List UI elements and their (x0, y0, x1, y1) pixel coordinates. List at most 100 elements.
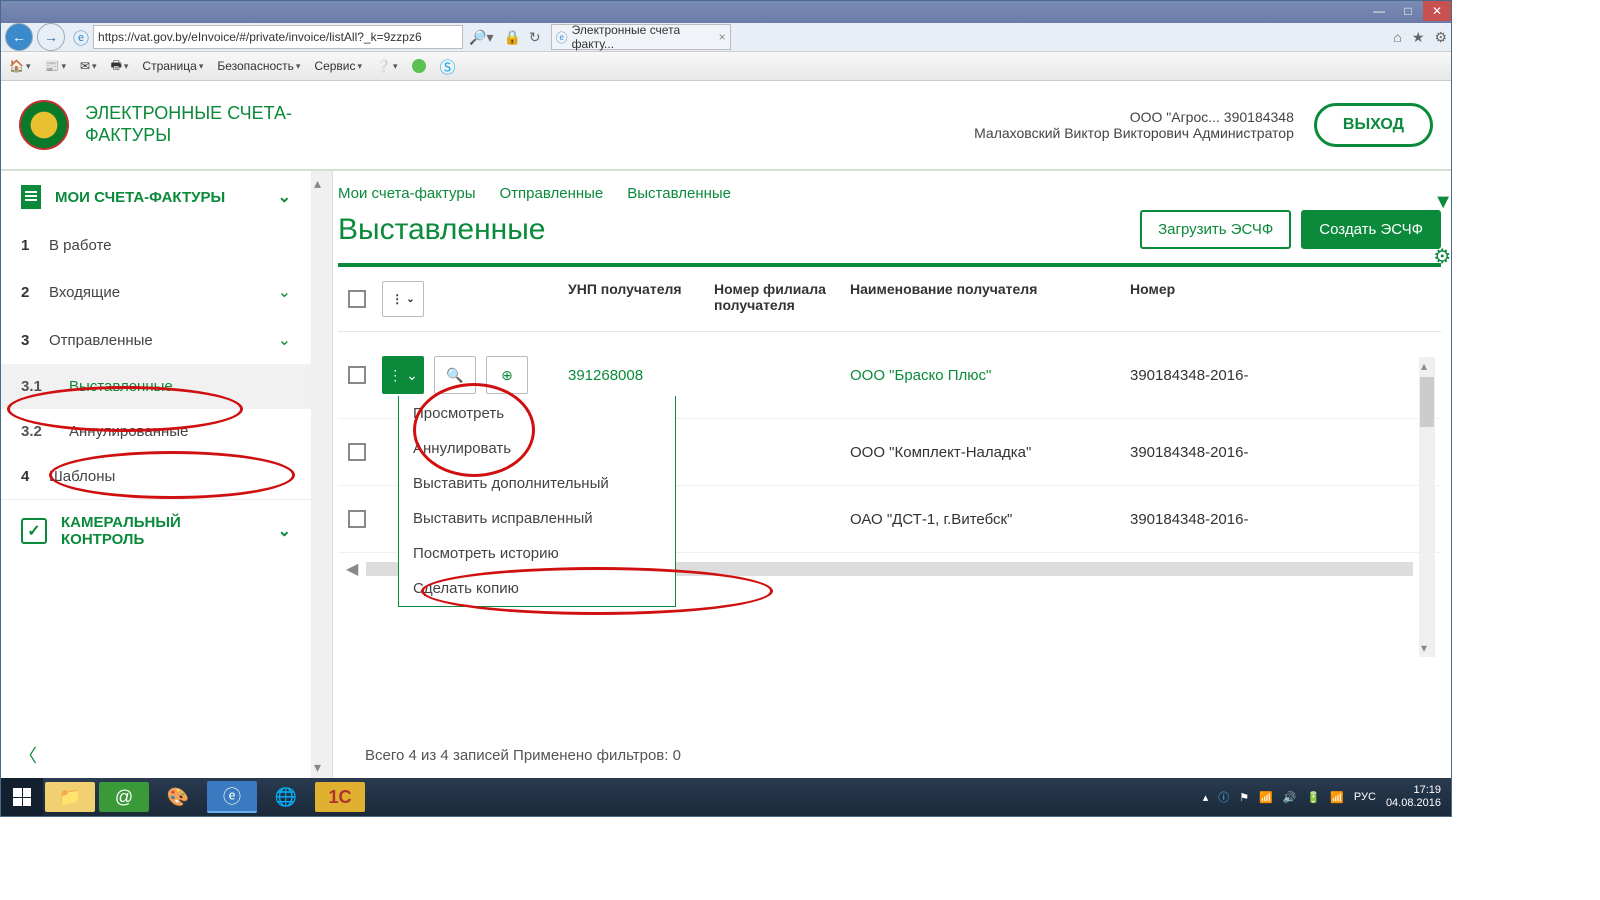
left-scroll-strip[interactable]: ▴ ▾ (312, 171, 333, 778)
lock-icon: 🔒 (503, 29, 520, 46)
maximize-button[interactable]: □ (1394, 1, 1422, 21)
menu-cancel[interactable]: Аннулировать (399, 431, 675, 466)
company-label: ООО "Агрос... 390184348 (974, 109, 1294, 125)
col-num[interactable]: Номер (1130, 281, 1290, 317)
menu-view[interactable]: Просмотреть (399, 396, 675, 431)
favorites-icon[interactable]: ★ (1412, 29, 1425, 46)
menu-issue-corrected[interactable]: Выставить исправленный (399, 501, 675, 536)
filter-icon[interactable]: ▼ (1433, 191, 1451, 214)
load-esf-button[interactable]: Загрузить ЭСЧФ (1140, 210, 1291, 249)
tab-title: Электронные счета факту... (572, 23, 719, 51)
tray-battery-icon[interactable]: 🔋 (1307, 791, 1321, 804)
cell-unp[interactable]: 391268008 (568, 367, 714, 384)
mail-tool-icon[interactable]: ✉▾ (80, 59, 97, 73)
scroll-up-icon[interactable]: ▴ (314, 175, 321, 192)
taskbar-1c-icon[interactable]: 1С (315, 782, 365, 812)
table-vscroll[interactable]: ▴ ▾ (1419, 357, 1435, 657)
back-button[interactable]: ← (5, 23, 33, 51)
service-menu[interactable]: Сервис▾ (314, 59, 362, 73)
menu-history[interactable]: Посмотреть историю (399, 536, 675, 571)
address-bar: ← → ⓔ https://vat.gov.by/eInvoice/#/priv… (1, 23, 1451, 52)
windows-icon (13, 788, 31, 806)
tray-lang[interactable]: РУС (1354, 791, 1376, 803)
forward-button[interactable]: → (37, 23, 65, 51)
row-checkbox[interactable] (348, 510, 366, 528)
invoices-table: ⋮ ⌄ УНП получателя Номер филиала получат… (338, 263, 1441, 579)
breadcrumb-3[interactable]: Выставленные (627, 185, 731, 202)
create-esf-button[interactable]: Создать ЭСЧФ (1301, 210, 1441, 249)
feed-tool-icon[interactable]: 📰▾ (44, 59, 65, 73)
row-checkbox[interactable] (348, 443, 366, 461)
add-icon[interactable]: ⊕ (486, 356, 528, 394)
print-tool-icon[interactable]: 🖶▾ (111, 56, 129, 77)
chevron-down-icon: ⌄ (278, 521, 291, 541)
sidebar-item-issued[interactable]: 3.1 Выставленные (1, 364, 311, 409)
sidebar-group-invoices[interactable]: МОИ СЧЕТА-ФАКТУРЫ ⌄ (1, 171, 311, 223)
refresh-icon[interactable]: ↻ (529, 29, 541, 46)
sidebar-item-incoming[interactable]: 2Входящие ⌄ (1, 268, 311, 316)
taskbar-chrome-icon[interactable]: 🌐 (261, 782, 311, 812)
tools-icon[interactable]: ⚙ (1434, 29, 1447, 46)
breadcrumb-1[interactable]: Мои счета-фактуры (338, 185, 476, 202)
tray-network-icon[interactable]: 📶 (1259, 791, 1273, 804)
home-icon[interactable]: ⌂ (1393, 29, 1401, 46)
ie-toolbar: 🏠▾ 📰▾ ✉▾ 🖶▾ Страница▾ Безопасность▾ Серв… (1, 52, 1451, 81)
chevron-down-icon: ⌄ (278, 330, 291, 350)
browser-tab[interactable]: ⓔ Электронные счета факту... × (551, 24, 731, 50)
col-unp[interactable]: УНП получателя (568, 281, 714, 317)
page-menu[interactable]: Страница▾ (142, 59, 203, 73)
col-name[interactable]: Наименование получателя (850, 281, 1130, 317)
row-checkbox[interactable] (348, 366, 366, 384)
check-icon: ✓ (21, 518, 47, 544)
sidebar-item-draft[interactable]: 1В работе (1, 223, 311, 268)
skype-icon[interactable]: Ⓢ (440, 54, 456, 78)
scroll-left-icon[interactable]: ◀ (338, 559, 366, 579)
select-all-checkbox[interactable] (348, 290, 366, 308)
window-titlebar: — □ ✕ (1, 1, 1451, 23)
url-field[interactable]: https://vat.gov.by/eInvoice/#/private/in… (93, 25, 463, 49)
table-header: ⋮ ⌄ УНП получателя Номер филиала получат… (338, 267, 1441, 332)
cell-num: 390184348-2016- (1130, 367, 1290, 384)
bulk-actions-dropdown[interactable]: ⋮ ⌄ (382, 281, 424, 317)
home-tool-icon[interactable]: 🏠▾ (9, 59, 30, 73)
app-header: ЭЛЕКТРОННЫЕ СЧЕТА- ФАКТУРЫ ООО "Агрос...… (1, 81, 1451, 171)
main-content: ▴ ▾ ▼ ⚙ Мои счета-фактуры Отправленные В… (312, 171, 1451, 778)
tray-flag-icon[interactable]: ⚑ (1239, 791, 1249, 804)
sidebar-item-sent[interactable]: 3Отправленные ⌄ (1, 316, 311, 364)
tray-info-icon[interactable]: ⓘ (1218, 789, 1229, 805)
cell-name: ОАО "ДСТ-1, г.Витебск" (850, 511, 1130, 528)
start-button[interactable] (1, 778, 43, 816)
tray-signal-icon[interactable]: 📶 (1330, 791, 1344, 804)
close-button[interactable]: ✕ (1423, 1, 1451, 21)
view-icon[interactable]: 🔍 (434, 356, 476, 394)
cell-name[interactable]: ООО "Браско Плюс" (850, 367, 1130, 384)
close-tab-icon[interactable]: × (719, 30, 726, 44)
taskbar-paint-icon[interactable]: 🎨 (153, 782, 203, 812)
sidebar-group-control[interactable]: ✓ КАМЕРАЛЬНЫЙКОНТРОЛЬ ⌄ (1, 499, 311, 562)
menu-copy[interactable]: Сделать копию (399, 571, 675, 606)
taskbar: 📁 @ 🎨 ⓔ 🌐 1С ▴ ⓘ ⚑ 📶 🔊 🔋 📶 РУС 17:1904.0… (1, 778, 1451, 816)
menu-issue-additional[interactable]: Выставить дополнительный (399, 466, 675, 501)
sidebar-item-cancelled[interactable]: 3.2 Аннулированные (1, 409, 311, 454)
breadcrumb-2[interactable]: Отправленные (500, 185, 604, 202)
taskbar-ie-icon[interactable]: ⓔ (207, 781, 257, 813)
help-tool-icon[interactable]: ❔▾ (376, 59, 397, 73)
row-actions-dropdown[interactable]: ⋮ ⌄ (382, 356, 424, 394)
tray-volume-icon[interactable]: 🔊 (1283, 791, 1297, 804)
logout-button[interactable]: ВЫХОД (1314, 103, 1433, 147)
security-menu[interactable]: Безопасность▾ (217, 59, 300, 73)
sidebar: МОИ СЧЕТА-ФАКТУРЫ ⌄ 1В работе 2Входящие … (1, 171, 312, 778)
search-icon[interactable]: 🔎▾ (469, 29, 493, 46)
minimize-button[interactable]: — (1365, 1, 1393, 21)
collapse-sidebar-icon[interactable]: 〈 (19, 742, 45, 768)
chevron-down-icon: ⌄ (278, 282, 291, 302)
tray-clock[interactable]: 17:1904.08.2016 (1386, 784, 1441, 810)
scroll-thumb[interactable] (1420, 377, 1434, 427)
sidebar-item-templates[interactable]: 4Шаблоны (1, 454, 311, 499)
plugin-icon-1[interactable] (412, 59, 426, 73)
cell-num: 390184348-2016- (1130, 444, 1290, 461)
taskbar-app-icon[interactable]: @ (99, 782, 149, 812)
tray-chevron-up-icon[interactable]: ▴ (1203, 791, 1209, 804)
taskbar-explorer-icon[interactable]: 📁 (45, 782, 95, 812)
col-branch[interactable]: Номер филиала получателя (714, 281, 850, 317)
